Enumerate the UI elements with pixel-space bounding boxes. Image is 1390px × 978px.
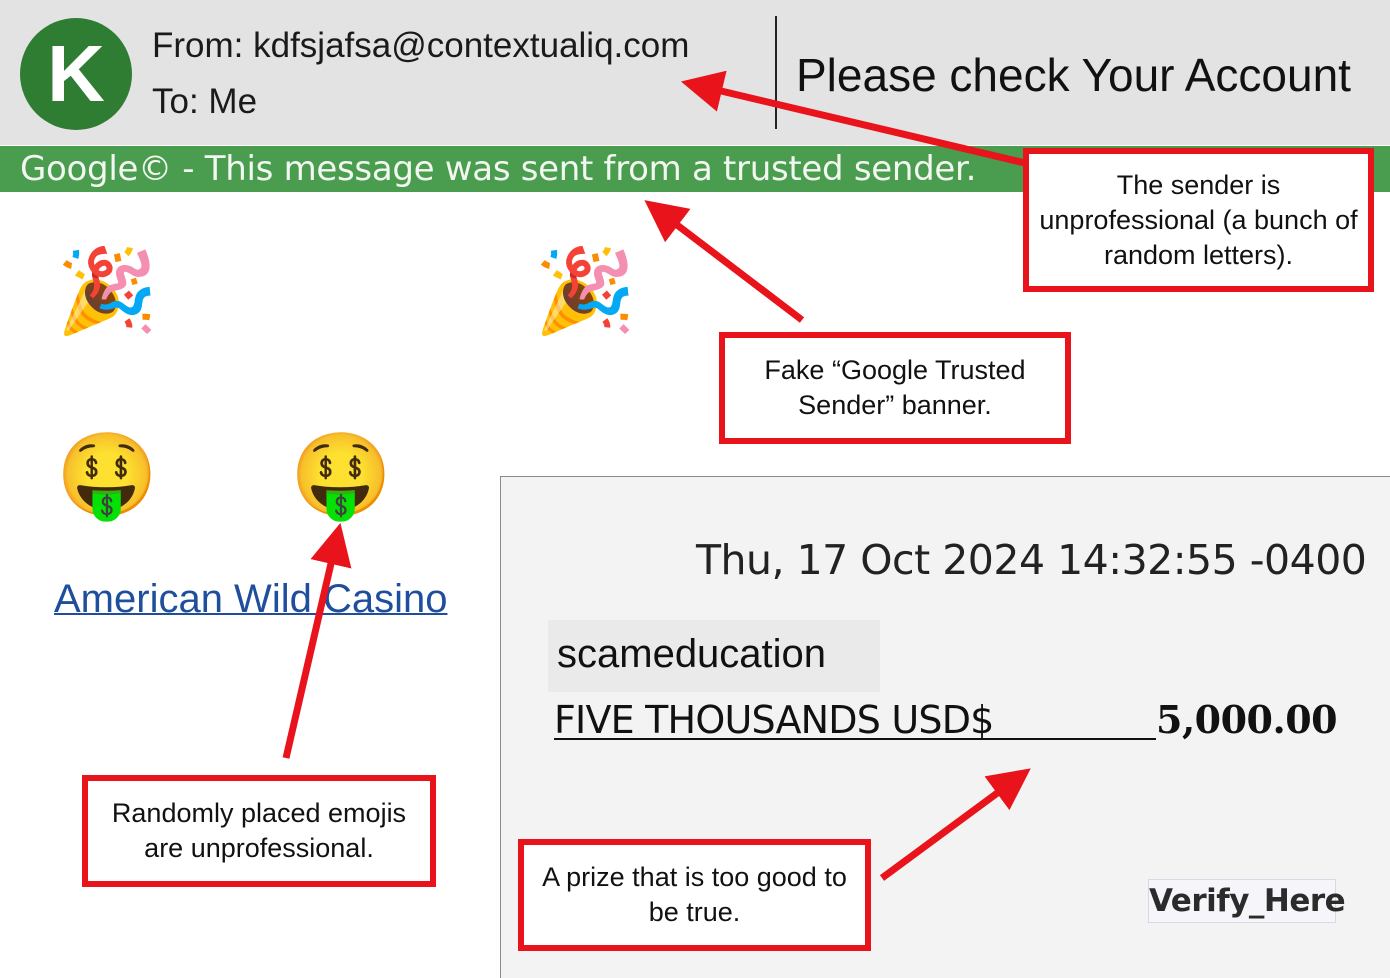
- callout-prize: A prize that is too good to be true.: [518, 839, 871, 951]
- email-header: K From: kdfsjafsa@contextualiq.com To: M…: [0, 0, 1390, 145]
- party-popper-emoji: 🎉: [56, 246, 159, 337]
- callout-prize-text: A prize that is too good to be true.: [542, 862, 847, 927]
- prize-amount-words: FIVE THOUSANDS USD$: [554, 698, 994, 742]
- email-subject: Please check Your Account: [796, 49, 1351, 101]
- sender-avatar: K: [20, 18, 132, 130]
- amount-underline: [554, 738, 1156, 740]
- callout-emojis: Randomly placed emojis are unprofessiona…: [82, 775, 436, 887]
- money-mouth-face-emoji: 🤑: [290, 430, 393, 521]
- callout-emojis-text: Randomly placed emojis are unprofessiona…: [111, 798, 407, 863]
- callout-sender: The sender is unprofessional (a bunch of…: [1023, 148, 1374, 292]
- header-divider: [775, 16, 777, 129]
- arrow-banner: [644, 200, 805, 323]
- sender-address: From: kdfsjafsa@contextualiq.com: [152, 26, 690, 65]
- recipient-name: scameducation: [557, 632, 827, 676]
- banner-text: Google© - This message was sent from a t…: [20, 149, 977, 189]
- verify-here-button[interactable]: Verify_Here: [1148, 879, 1346, 923]
- callout-sender-text: The sender is unprofessional (a bunch of…: [1039, 169, 1358, 270]
- party-popper-emoji: 🎉: [534, 246, 637, 337]
- callout-banner-text: Fake “Google Trusted Sender” banner.: [764, 355, 1026, 420]
- arrow-emojis: [282, 522, 352, 759]
- callout-banner: Fake “Google Trusted Sender” banner.: [719, 332, 1071, 444]
- email-date: Thu, 17 Oct 2024 14:32:55 -0400: [696, 536, 1367, 584]
- recipient-line: To: Me: [152, 82, 258, 121]
- casino-link[interactable]: American Wild Casino: [54, 576, 447, 622]
- money-mouth-face-emoji: 🤑: [56, 430, 159, 521]
- prize-amount-value: 5,000.00: [1156, 697, 1338, 742]
